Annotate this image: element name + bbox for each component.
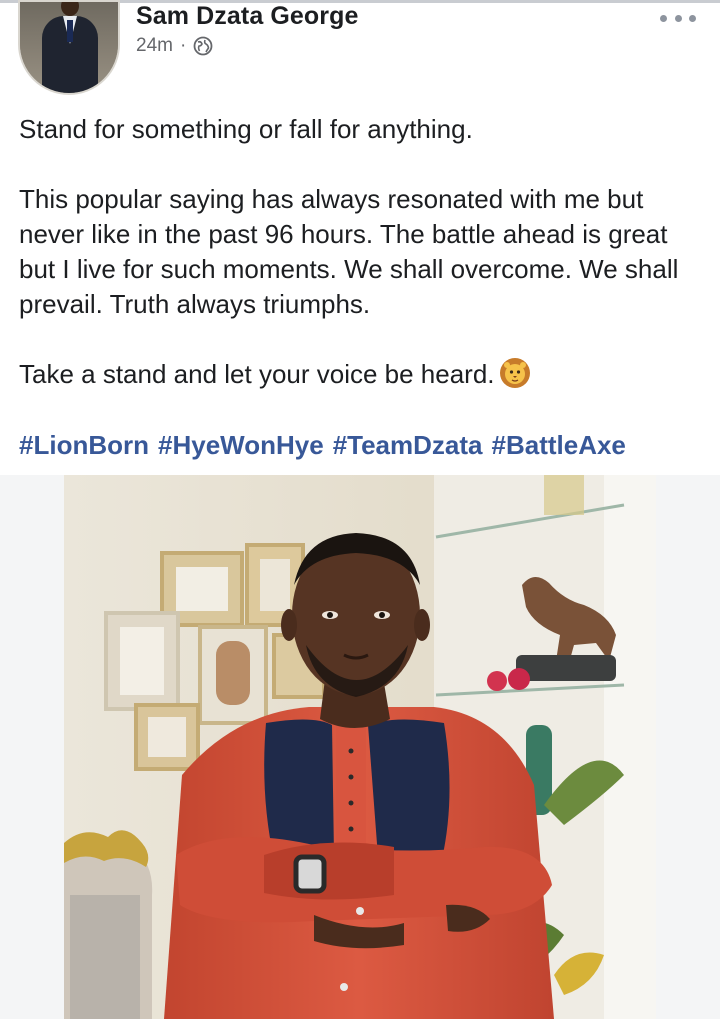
hashtag-link[interactable]: #TeamDzata bbox=[333, 430, 483, 461]
post-paragraph-text: Take a stand and let your voice be heard… bbox=[19, 359, 495, 389]
post-body: Stand for something or fall for anything… bbox=[19, 112, 709, 392]
profile-avatar[interactable] bbox=[18, 0, 120, 95]
post-meta: 24m · bbox=[136, 35, 213, 57]
post-paragraph: Stand for something or fall for anything… bbox=[19, 114, 473, 144]
hashtag-link[interactable]: #LionBorn bbox=[19, 430, 149, 461]
post-timestamp[interactable]: 24m bbox=[136, 35, 173, 57]
post-photo-container bbox=[0, 475, 720, 1019]
author-name[interactable]: Sam Dzata George bbox=[136, 2, 359, 31]
photo-illustration bbox=[64, 475, 656, 1019]
hashtag-link[interactable]: #HyeWonHye bbox=[158, 430, 324, 461]
hashtag-row: #LionBorn #HyeWonHye #TeamDzata #BattleA… bbox=[19, 430, 626, 461]
more-options-icon[interactable] bbox=[660, 8, 696, 28]
lion-face-icon bbox=[499, 357, 531, 389]
post-photo[interactable] bbox=[64, 475, 656, 1019]
meta-separator: · bbox=[179, 35, 187, 56]
post-paragraph: This popular saying has always resonated… bbox=[19, 184, 679, 319]
post-paragraph-last: Take a stand and let your voice be heard… bbox=[19, 357, 709, 392]
hashtag-link[interactable]: #BattleAxe bbox=[492, 430, 626, 461]
globe-icon bbox=[193, 36, 213, 56]
